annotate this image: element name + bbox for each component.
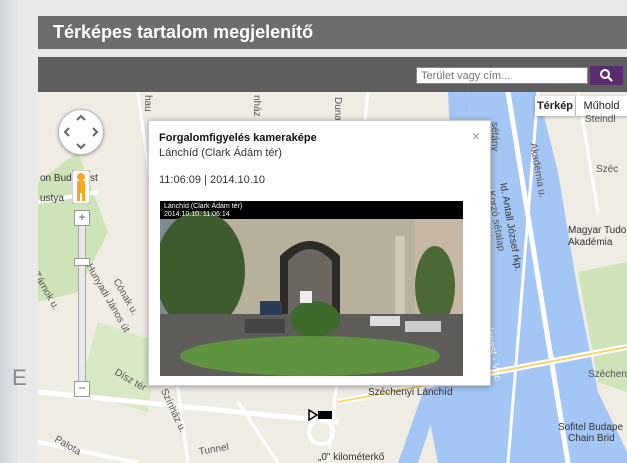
map-label-nhaz: nház — [251, 95, 262, 117]
search-button[interactable] — [590, 66, 623, 85]
map-type-button-satellite[interactable]: Műhold — [576, 96, 627, 116]
map-label-ustya: ustya — [40, 193, 64, 204]
zoom-slider[interactable] — [78, 217, 86, 389]
map-label-szec: Széc — [596, 164, 619, 175]
info-window-subtitle: Lánchíd (Clark Ádám tér) — [159, 147, 282, 159]
map-canvas[interactable]: Térkép Műhold Steindl Akadémia u. Széc I… — [38, 92, 627, 463]
search-icon — [600, 69, 613, 82]
map-label-st: st — [90, 173, 98, 184]
map-label-on-bud: on Bud — [40, 173, 72, 184]
left-shade — [0, 0, 18, 463]
camera-image: Lánchíd (Clark Ádám tér) 2014.10.10. 11:… — [160, 201, 463, 376]
map-label-km: „0" kilométerkő — [318, 452, 385, 463]
camera-scene — [160, 201, 463, 376]
camera-icon — [308, 408, 332, 422]
page-title: Térképes tartalom megjelenítő — [38, 16, 627, 49]
camera-info-window: Forgalomfigyelés kameraképe Lánchíd (Cla… — [148, 120, 491, 386]
camera-overlay-line2: 2014.10.10. 11:06:14 — [164, 211, 230, 218]
info-window-title: Forgalomfigyelés kameraképe — [159, 132, 317, 144]
map-label-magyar-tud: Magyar Tudo — [568, 225, 627, 236]
left-edge-letter: E — [12, 365, 27, 390]
map-label-chain: Chain Brid — [568, 433, 615, 444]
map-label-hau: hau — [142, 95, 153, 112]
map-label-steindl: Steindl — [585, 114, 616, 125]
map-label-sofitel: Sofitel Budape — [558, 422, 624, 433]
zoom-out-button[interactable]: − — [74, 381, 90, 397]
camera-marker[interactable] — [308, 408, 334, 422]
map-label-szechenyi: Széchenyi — [588, 369, 627, 380]
pan-control[interactable] — [58, 109, 104, 155]
map-label-akademia2: Akadémia — [568, 237, 613, 248]
zoom-in-button[interactable]: + — [74, 210, 90, 226]
camera-overlay-line1: Lánchíd (Clark Ádám tér) — [164, 203, 243, 210]
map-type-button-map[interactable]: Térkép — [535, 96, 575, 116]
pegman[interactable] — [71, 169, 91, 205]
pan-control-icon — [63, 114, 99, 150]
map-label-szechenyi-lanchid: Széchenyi Lánchíd — [368, 387, 453, 398]
info-window-timestamp: 11:06:09 | 2014.10.10 — [159, 174, 266, 186]
pegman-icon — [71, 169, 91, 205]
search-input[interactable] — [416, 67, 588, 84]
zoom-slider-handle[interactable] — [74, 258, 90, 266]
close-icon[interactable]: × — [472, 128, 480, 144]
